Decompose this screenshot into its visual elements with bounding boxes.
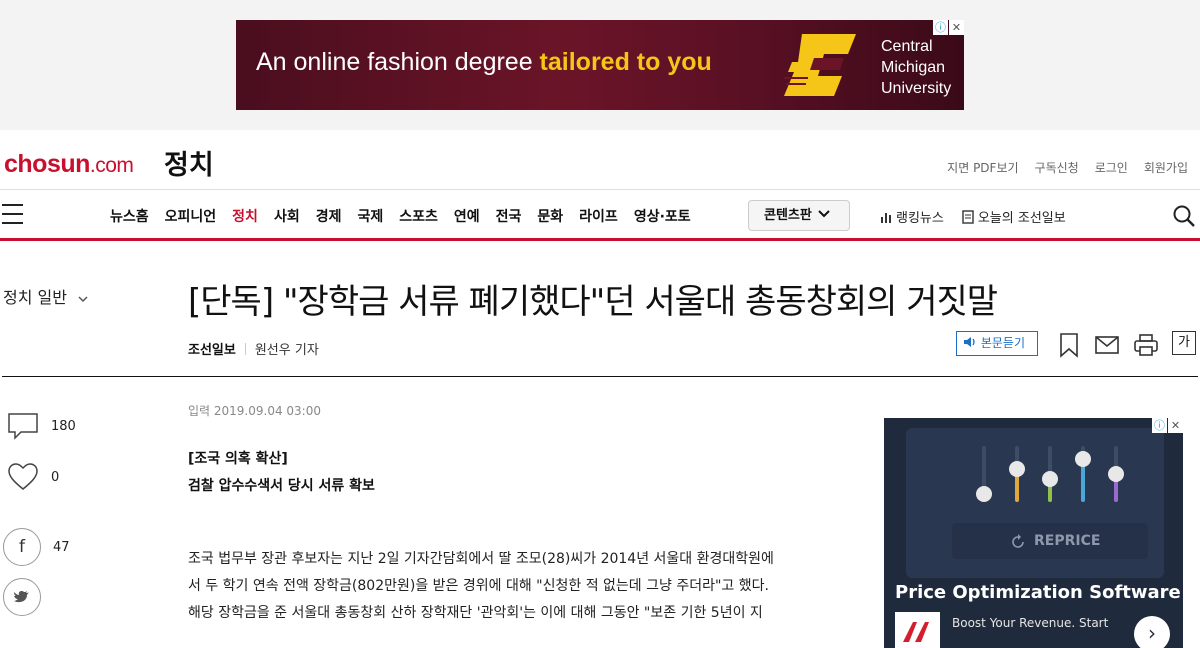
top-banner-ad[interactable]: An online fashion degree tailored to you…: [236, 20, 964, 110]
article-body: 조국 법무부 장관 후보자는 지난 2일 기자간담회에서 딸 조모(28)씨가 …: [188, 546, 828, 627]
facebook-icon: f: [3, 528, 41, 566]
nav-item-news-home[interactable]: 뉴스홈: [110, 206, 149, 226]
adchoices-icon[interactable]: ⓘ: [1152, 418, 1167, 433]
twitter-icon: [3, 578, 41, 616]
listen-label: 본문듣기: [980, 336, 1025, 350]
chevron-down-icon: [818, 210, 831, 218]
article-kicker: [조국 의혹 확산] 검찰 압수수색서 당시 서류 확보: [188, 446, 375, 500]
site-logo[interactable]: chosun.com: [4, 150, 134, 179]
ad-slider-track: [976, 446, 992, 502]
heart-icon: [8, 463, 38, 490]
email-icon[interactable]: [1094, 332, 1120, 358]
nav-item-entertainment[interactable]: 연예: [454, 206, 480, 226]
side-ad-subtitle: Boost Your Revenue. Start: [952, 616, 1109, 630]
content-board-label: 콘텐츠판: [764, 208, 812, 223]
search-icon[interactable]: [1172, 204, 1196, 228]
facebook-share-count: 47: [53, 539, 70, 555]
nav-extra-links: 랭킹뉴스 오늘의 조선일보: [880, 207, 1066, 226]
nav-item-nationwide[interactable]: 전국: [496, 206, 522, 226]
ad-slider-knob: [1009, 461, 1025, 477]
comment-count: 180: [51, 418, 76, 434]
today-paper-link[interactable]: 오늘의 조선일보: [962, 207, 1066, 226]
header-divider: [2, 376, 1198, 377]
ad-slider-track: [1108, 446, 1124, 502]
side-ad[interactable]: REPRICE Price Optimization Software Boos…: [884, 418, 1183, 648]
nav-menu: 뉴스홈 오피니언 정치 사회 경제 국제 스포츠 연예 전국 문화 라이프 영상…: [110, 206, 707, 226]
ad-slider-track: [1042, 446, 1058, 502]
main-nav: 뉴스홈 오피니언 정치 사회 경제 국제 스포츠 연예 전국 문화 라이프 영상…: [0, 191, 1200, 241]
reprice-label: REPRICE: [1034, 533, 1101, 549]
ranking-label: 랭킹뉴스: [896, 211, 944, 226]
listen-button[interactable]: 본문듣기: [956, 331, 1038, 356]
section-title[interactable]: 정치: [164, 143, 214, 182]
body-line: 서 두 학기 연속 전액 장학금(802만원)을 받은 경위에 대해 "신청한 …: [188, 578, 769, 594]
article-headline: [단독] "장학금 서류 폐기했다"던 서울대 총동창회의 거짓말: [188, 282, 998, 322]
subsection-label: 정치 일반: [3, 288, 67, 307]
like-count: 0: [51, 469, 60, 485]
chevron-down-icon: [78, 296, 88, 303]
content-board-button[interactable]: 콘텐츠판: [748, 200, 850, 231]
speaker-icon: [964, 337, 975, 347]
body-line: 해당 장학금을 준 서울대 총동창회 산하 장학재단 '관악회'는 이에 대해 …: [188, 605, 763, 621]
ad-slider-knob: [976, 486, 992, 502]
close-ad-icon[interactable]: ✕: [949, 20, 964, 35]
ad-brand-name: Central Michigan University: [881, 38, 952, 97]
like-button[interactable]: 0: [0, 462, 90, 492]
byline-divider: [244, 342, 246, 355]
ranking-news-link[interactable]: 랭킹뉴스: [880, 207, 944, 226]
nav-item-economy[interactable]: 경제: [316, 206, 342, 226]
ad-slider-knob: [1075, 451, 1091, 467]
pdf-link[interactable]: 지면 PDF보기: [947, 159, 1018, 176]
nav-item-life[interactable]: 라이프: [579, 206, 618, 226]
press-name[interactable]: 조선일보: [188, 339, 236, 358]
arrow-right-icon[interactable]: ›: [1134, 616, 1170, 648]
print-icon[interactable]: [1133, 332, 1159, 358]
reporter-name[interactable]: 원선우 기자: [255, 339, 319, 358]
signup-link[interactable]: 회원가입: [1144, 159, 1188, 176]
login-link[interactable]: 로그인: [1095, 159, 1128, 176]
ad-slider-knob: [1042, 471, 1058, 487]
nav-item-opinion[interactable]: 오피니언: [165, 206, 217, 226]
bar-chart-icon: [881, 212, 891, 223]
close-ad-icon[interactable]: ✕: [1168, 418, 1183, 433]
side-ad-title: Price Optimization Software: [895, 582, 1181, 603]
publish-date: 입력 2019.09.04 03:00: [188, 404, 321, 418]
nav-item-international[interactable]: 국제: [357, 206, 383, 226]
facebook-share-button[interactable]: f 47: [0, 528, 90, 566]
today-paper-label: 오늘의 조선일보: [977, 211, 1066, 226]
kicker-line-1: [조국 의혹 확산]: [188, 451, 288, 467]
ad-slider-track: [1075, 446, 1091, 502]
subscribe-link[interactable]: 구독신청: [1035, 159, 1079, 176]
adchoices-icon[interactable]: ⓘ: [933, 20, 948, 35]
util-links: 지면 PDF보기 구독신청 로그인 회원가입: [947, 159, 1188, 176]
ad-slider-track: [1009, 446, 1025, 502]
nav-item-society[interactable]: 사회: [274, 206, 300, 226]
nav-item-culture[interactable]: 문화: [537, 206, 563, 226]
comment-icon: [8, 413, 38, 440]
refresh-icon: [1012, 534, 1024, 548]
ad-headline: An online fashion degree tailored to you: [256, 48, 712, 76]
ad-brand-logo: [895, 612, 940, 648]
bookmark-icon[interactable]: [1056, 332, 1082, 358]
newspaper-icon: [962, 209, 974, 224]
comment-button[interactable]: 180: [0, 412, 90, 440]
menu-icon[interactable]: [2, 204, 23, 224]
nav-item-sports[interactable]: 스포츠: [399, 206, 438, 226]
kicker-line-2: 검찰 압수수색서 당시 서류 확보: [188, 478, 375, 494]
ad-slider-knob: [1108, 466, 1124, 482]
reprice-button[interactable]: REPRICE: [952, 523, 1148, 559]
site-header: chosun.com 정치 지면 PDF보기 구독신청 로그인 회원가입: [0, 130, 1200, 190]
nav-item-politics[interactable]: 정치: [232, 206, 258, 226]
subsection-dropdown[interactable]: 정치 일반: [3, 284, 88, 308]
body-line: 조국 법무부 장관 후보자는 지난 2일 기자간담회에서 딸 조모(28)씨가 …: [188, 551, 774, 567]
cmu-logo-icon: [784, 34, 856, 96]
twitter-share-button[interactable]: [0, 578, 90, 616]
nav-item-video-photo[interactable]: 영상·포토: [634, 206, 691, 226]
top-ad-strip: An online fashion degree tailored to you…: [0, 0, 1200, 130]
byline: 조선일보 원선우 기자: [188, 339, 319, 358]
font-size-button[interactable]: 가: [1172, 331, 1196, 355]
